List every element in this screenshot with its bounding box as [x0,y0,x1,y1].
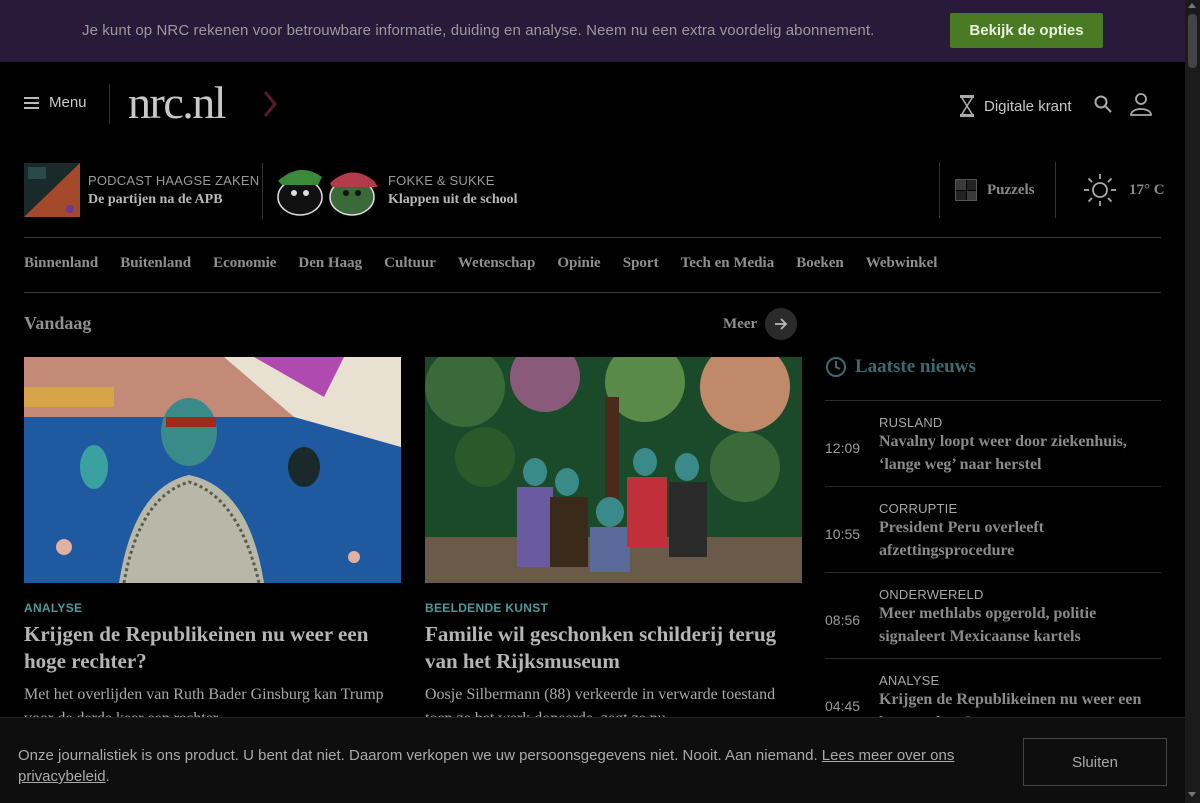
more-label: Meer [723,315,758,332]
menu-label: Menu [49,94,87,111]
article-kicker: BEELDENDE KUNST [425,601,549,615]
fokke-sukke-icon [274,163,380,217]
latest-news-item[interactable]: 12:09 RUSLAND Navalny loopt weer door zi… [825,400,1161,486]
latest-news-title: Laatste nieuws [855,356,976,377]
puzzels-label: Puzzels [987,181,1035,198]
section-title-vandaag: Vandaag [24,313,92,333]
latest-news-headline: President Peru overleeft afzettingsproce… [879,519,1044,559]
latest-news-time: 12:09 [825,440,861,456]
featured-kicker: FOKKE & SUKKE [388,172,495,188]
article-title: Familie wil geschonken schilderij terug … [425,622,777,673]
nav-item-wetenschap[interactable]: Wetenschap [458,255,536,272]
latest-news-headline: Meer methlabs opgerold, politie signalee… [879,605,1097,645]
nav-item-economie[interactable]: Economie [213,255,276,272]
weather-temperature: 17° C [1129,181,1165,198]
nav-item-cultuur[interactable]: Cultuur [384,255,436,272]
featured-kicker: PODCAST HAAGSE ZAKEN [88,172,260,188]
featured-podcast[interactable]: PODCAST HAAGSE ZAKEN De partijen na de A… [24,163,259,217]
cookie-bar: Onze journalistiek is ons product. U ben… [0,717,1185,803]
latest-news-item[interactable]: 08:56 ONDERWERELD Meer methlabs opgerold… [825,572,1161,658]
scroll-down-icon[interactable] [1188,792,1196,797]
cookie-message-end: . [105,768,110,785]
arrow-right-icon [765,308,798,340]
close-cookie-button[interactable]: Sluiten [1023,738,1167,786]
nav-item-webwinkel[interactable]: Webwinkel [866,255,938,272]
nav-item-boeken[interactable]: Boeken [796,255,844,272]
featured-divider [262,163,263,219]
latest-news-kicker: ANALYSE [879,673,940,688]
clock-icon [826,357,846,377]
logo-chevron-icon [263,91,277,117]
article-kicker: ANALYSE [24,601,83,615]
nav-top-rule [24,237,1161,238]
latest-news-time: 08:56 [825,612,861,628]
nav-bottom-rule [24,292,1161,293]
user-account-icon[interactable] [1129,92,1153,116]
nav-item-buitenland[interactable]: Buitenland [120,255,191,272]
featured-fokke-sukke[interactable]: FOKKE & SUKKE Klappen uit de school [274,163,518,217]
latest-news-kicker: RUSLAND [879,415,943,430]
promo-banner: Je kunt op NRC rekenen voor betrouwbare … [0,0,1185,62]
featured-title: Klappen uit de school [388,191,518,207]
scroll-thumb[interactable] [1188,14,1197,68]
nav-item-tech-en-media[interactable]: Tech en Media [681,255,775,272]
article-image [24,357,401,583]
cookie-message: Onze journalistiek is ons product. U ben… [18,747,822,764]
site-logo[interactable]: nrc.nl [128,76,227,129]
nav-item-sport[interactable]: Sport [623,255,659,272]
digitale-krant-label: Digitale krant [984,97,1072,115]
latest-news-header: Laatste nieuws [825,356,976,378]
menu-button[interactable]: Menu [24,94,87,111]
promo-text: Je kunt op NRC rekenen voor betrouwbare … [82,22,875,39]
search-icon[interactable] [1094,95,1112,113]
hamburger-icon [24,96,39,109]
nav-item-den-haag[interactable]: Den Haag [298,255,362,272]
nav-item-opinie[interactable]: Opinie [557,255,600,272]
nav-item-binnenland[interactable]: Binnenland [24,255,98,272]
puzzle-grid-icon [955,179,977,201]
podcast-cover-icon [24,163,80,217]
latest-news-kicker: ONDERWERELD [879,587,984,602]
view-options-button[interactable]: Bekijk de opties [950,13,1103,48]
sun-icon [1084,174,1116,206]
section-nav: Binnenland Buitenland Economie Den Haag … [24,255,959,272]
header-divider [109,84,110,124]
featured-title: De partijen na de APB [88,191,223,207]
latest-news-time: 10:55 [825,526,861,542]
scrollbar[interactable] [1185,0,1200,803]
article-title: Krijgen de Republikeinen nu weer een hog… [24,622,369,673]
article-card[interactable]: BEELDENDE KUNST Familie wil geschonken s… [425,357,802,727]
article-card[interactable]: ANALYSE Krijgen de Republikeinen nu weer… [24,357,401,727]
latest-news-item[interactable]: 10:55 CORRUPTIE President Peru overleeft… [825,486,1161,572]
latest-news-time: 04:45 [825,698,861,714]
scroll-up-icon[interactable] [1188,3,1196,8]
weather-widget: 17° C [1083,173,1165,207]
newspaper-stand-icon [960,95,974,117]
digitale-krant-link[interactable]: Digitale krant [958,94,1072,118]
latest-news-kicker: CORRUPTIE [879,501,958,516]
puzzels-link[interactable]: Puzzels [939,162,1056,218]
article-image [425,357,802,583]
cookie-text: Onze journalistiek is ons product. U ben… [18,745,958,787]
latest-news-headline: Navalny loopt weer door ziekenhuis, ‘lan… [879,433,1127,473]
more-link[interactable]: Meer [723,308,798,340]
